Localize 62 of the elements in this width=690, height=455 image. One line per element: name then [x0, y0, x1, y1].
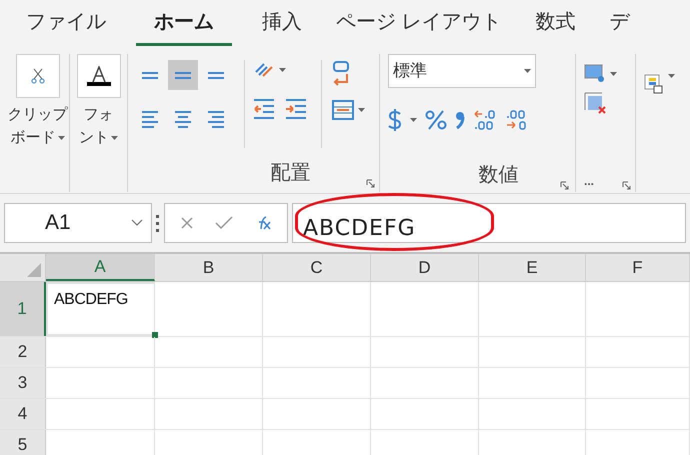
row-header[interactable]: 5	[0, 430, 46, 455]
font-color-button[interactable]	[76, 54, 120, 98]
caret-icon	[358, 108, 365, 112]
formula-field[interactable]: ABCDEFG	[292, 203, 686, 243]
merge-cells-icon[interactable]	[332, 100, 354, 120]
caret-icon	[524, 69, 531, 73]
fill-handle[interactable]	[152, 332, 158, 338]
row-header[interactable]: 4	[0, 399, 46, 429]
cut-button[interactable]	[16, 54, 60, 98]
comma-style-icon[interactable]	[455, 110, 465, 130]
decrease-indent-icon[interactable]	[253, 98, 275, 120]
row-header[interactable]: 1	[0, 282, 46, 336]
row-header[interactable]: 3	[0, 368, 46, 398]
clipboard-label[interactable]: クリップ	[8, 104, 68, 126]
alignment-group-label: 配置	[270, 161, 310, 186]
increase-indent-icon[interactable]	[285, 98, 307, 120]
name-box[interactable]: A1	[4, 203, 152, 243]
font-color-icon	[92, 66, 106, 82]
more-styles-text[interactable]: ...	[584, 172, 594, 190]
ribbon-tab[interactable]: ホーム	[136, 0, 232, 46]
cell-text: ABCDEFG	[54, 290, 128, 310]
dialog-launcher-icon[interactable]	[366, 179, 375, 188]
font-label[interactable]: フォ	[84, 104, 114, 126]
caret-icon	[279, 68, 286, 72]
conditional-format-icon[interactable]	[584, 64, 606, 84]
caret-icon	[610, 72, 617, 76]
column-header[interactable]: D	[371, 254, 479, 281]
dialog-launcher-icon[interactable]	[560, 181, 569, 190]
dialog-launcher-icon[interactable]	[622, 181, 631, 190]
ribbon-tab[interactable]: デ	[606, 0, 634, 46]
vertical-align-icon[interactable]	[168, 60, 198, 90]
column-header[interactable]: C	[263, 254, 371, 281]
caret-icon	[111, 136, 118, 140]
cell-styles-icon[interactable]	[644, 74, 664, 94]
caret-icon	[58, 136, 64, 140]
column-header[interactable]: F	[586, 254, 690, 281]
ribbon-tab[interactable]: ページ レイアウト	[332, 0, 506, 46]
wrap-text-icon[interactable]	[332, 60, 352, 86]
scissors-icon	[30, 68, 44, 84]
increase-decimal-icon[interactable]	[473, 109, 497, 131]
column-header[interactable]: A	[46, 254, 155, 281]
check-icon[interactable]	[214, 216, 233, 230]
column-header[interactable]: E	[479, 254, 586, 281]
clipboard-label[interactable]: ボード	[10, 126, 56, 149]
number-format-dropdown[interactable]: 標準	[388, 54, 536, 88]
ribbon-tab[interactable]: 挿入	[258, 0, 306, 46]
caret-icon	[410, 118, 417, 122]
decrease-decimal-icon[interactable]	[505, 109, 529, 131]
number-group-label: 数値	[478, 163, 518, 188]
chevron-down-icon	[131, 219, 143, 227]
column-header[interactable]: B	[155, 254, 263, 281]
font-label[interactable]: ント	[79, 126, 109, 149]
currency-icon[interactable]	[388, 109, 402, 131]
ribbon-tab[interactable]: 数式	[532, 0, 580, 46]
color-bar-icon	[86, 82, 110, 86]
close-icon[interactable]	[180, 216, 194, 230]
caret-icon	[668, 74, 675, 78]
table-format-icon[interactable]	[584, 92, 606, 114]
percent-icon[interactable]	[425, 110, 447, 130]
row-header[interactable]: 2	[0, 337, 46, 367]
grip-icon[interactable]	[156, 213, 160, 233]
ribbon-tab[interactable]: ファイル	[22, 0, 110, 46]
